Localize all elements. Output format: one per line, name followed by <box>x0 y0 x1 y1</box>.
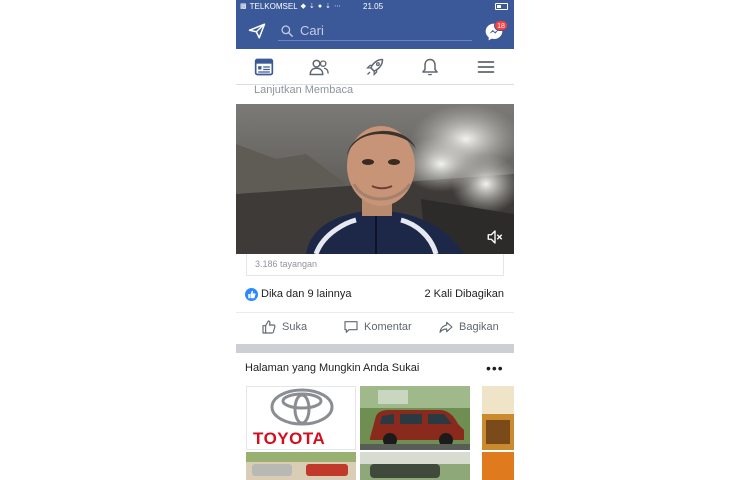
toyota-logo-icon <box>270 388 334 426</box>
status-bar: ▩ TELKOMSEL ◆ ⇣ ● ⇣ ⋯ 21.05 <box>236 0 514 13</box>
car-photo-image <box>360 386 470 450</box>
shield-icon: ◆ <box>300 3 307 10</box>
messenger-small-icon: ● <box>317 3 323 10</box>
friends-icon <box>309 59 329 76</box>
video-frame <box>236 104 514 254</box>
toyota-logo-text: TOYOTA <box>253 429 326 448</box>
mute-icon[interactable] <box>486 228 504 246</box>
like-button[interactable]: Suka <box>261 319 307 335</box>
share-button[interactable]: Bagikan <box>438 319 499 335</box>
messenger-badge: 18 <box>494 20 508 31</box>
car-street-image <box>360 452 470 480</box>
download-icon: ⇣ <box>325 3 332 10</box>
search-icon <box>281 24 293 37</box>
suggested-pages-title: Halaman yang Mungkin Anda Sukai <box>245 362 420 374</box>
page-card-toyota[interactable]: TOYOTA <box>246 386 356 450</box>
page-card-partial[interactable] <box>482 386 514 450</box>
like-label: Suka <box>282 321 308 333</box>
comment-button[interactable]: Komentar <box>343 319 412 335</box>
reactions-row[interactable]: Dika dan 9 lainnya 2 Kali Dibagikan <box>236 286 514 304</box>
tab-notifications[interactable] <box>420 57 440 77</box>
news-feed-icon <box>254 58 274 76</box>
search-bar[interactable] <box>278 21 472 41</box>
phone-screen: ▩ TELKOMSEL ◆ ⇣ ● ⇣ ⋯ 21.05 18 <box>236 0 514 480</box>
page-card-car-photo[interactable] <box>360 386 470 450</box>
page-card-bottom-3[interactable] <box>482 452 514 480</box>
page-card-bottom-1[interactable] <box>246 452 356 480</box>
post-actions: Suka Komentar Bagikan <box>236 312 514 342</box>
battery-icon <box>495 3 508 10</box>
rocket-icon <box>365 58 384 77</box>
carrier-name: TELKOMSEL <box>249 2 298 11</box>
tab-news-feed[interactable] <box>254 57 274 77</box>
comment-icon <box>344 321 358 333</box>
share-label: Bagikan <box>459 321 499 333</box>
comment-label: Komentar <box>364 321 412 333</box>
tab-bar <box>236 49 514 85</box>
feed-divider <box>236 344 514 353</box>
bell-icon <box>422 58 438 76</box>
more-options-icon[interactable]: ••• <box>486 360 504 376</box>
view-count: 3.186 tayangan <box>255 259 318 269</box>
reaction-summary[interactable]: Dika dan 9 lainnya <box>261 288 352 300</box>
page-thumbnail-image <box>482 452 514 480</box>
download-icon: ⇣ <box>309 3 315 10</box>
car-lot-image <box>246 452 356 480</box>
tab-rocket[interactable] <box>365 57 385 77</box>
paper-plane-icon[interactable] <box>248 22 266 40</box>
share-count[interactable]: 2 Kali Dibagikan <box>425 288 505 300</box>
page-card-bottom-2[interactable] <box>360 452 470 480</box>
signal-icon: ▩ <box>240 3 247 10</box>
search-input[interactable] <box>300 23 460 38</box>
tab-menu[interactable] <box>476 57 496 77</box>
top-bar: 18 <box>236 13 514 49</box>
continue-reading-link[interactable]: Lanjutkan Membaca <box>254 84 353 96</box>
share-icon <box>439 321 453 333</box>
clock: 21.05 <box>363 2 384 11</box>
tab-friends[interactable] <box>309 57 329 77</box>
like-reaction-icon <box>245 288 258 301</box>
video-player[interactable] <box>236 104 514 254</box>
more-notifications-icon: ⋯ <box>334 3 342 10</box>
page-thumbnail-image <box>482 386 514 450</box>
thumbs-up-icon <box>262 320 276 334</box>
views-box: 3.186 tayangan <box>246 254 504 276</box>
menu-icon <box>477 61 495 73</box>
